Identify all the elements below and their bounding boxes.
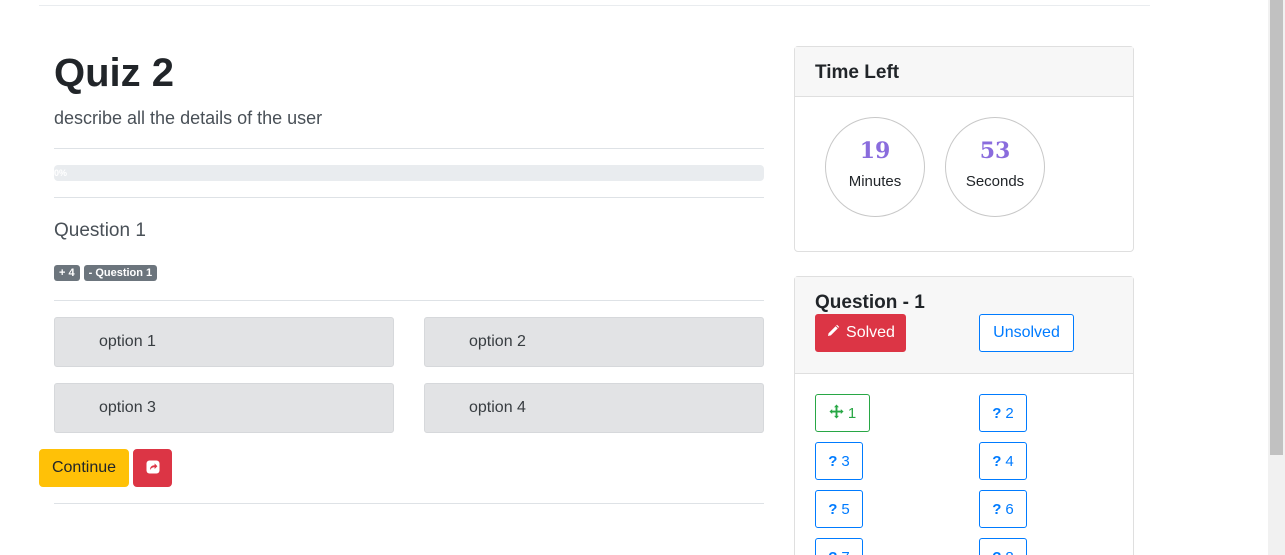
question-nav-7[interactable]: ? 7 xyxy=(815,538,863,555)
question-nav-number: 8 xyxy=(1005,549,1013,555)
move-icon xyxy=(829,403,844,423)
question-icon: ? xyxy=(992,452,1002,470)
question-heading: Question 1 xyxy=(54,220,146,241)
option-3[interactable]: option 3 xyxy=(54,383,394,433)
share-button[interactable] xyxy=(133,449,172,487)
question-nav-number: 2 xyxy=(1005,404,1014,422)
quiz-description: describe all the details of the user xyxy=(54,108,323,128)
question-icon: ? xyxy=(828,549,837,555)
question-nav-number: 4 xyxy=(1005,452,1014,470)
seconds-circle: 53 Seconds xyxy=(945,117,1045,217)
question-nav-number: 7 xyxy=(841,549,849,555)
question-icon: ? xyxy=(828,452,838,470)
progress-label: 0% xyxy=(54,168,68,178)
question-nav-number: 5 xyxy=(841,500,850,518)
minutes-value: 19 xyxy=(859,138,891,164)
question-icon: ? xyxy=(992,549,1001,555)
continue-button[interactable]: Continue xyxy=(39,449,129,487)
minutes-label: Minutes xyxy=(848,173,902,190)
timer-title: Time Left xyxy=(815,62,900,83)
question-nav-number: 1 xyxy=(847,404,857,422)
unsolved-button[interactable]: Unsolved xyxy=(979,314,1074,352)
question-icon: ? xyxy=(828,500,838,518)
solved-button[interactable]: Solved xyxy=(815,314,906,352)
question-navigator-card: Question - 1 Solved Unsolved 1 ? 2 ? 3 ? xyxy=(794,276,1134,555)
divider xyxy=(54,148,764,149)
divider xyxy=(54,197,764,198)
seconds-label: Seconds xyxy=(965,173,1025,190)
quiz-title: Quiz 2 xyxy=(54,51,175,95)
question-nav-number: 3 xyxy=(841,452,850,470)
scrollbar-thumb[interactable] xyxy=(1270,0,1283,455)
seconds-value: 53 xyxy=(979,138,1011,164)
question-nav-number: 6 xyxy=(1005,500,1014,518)
negative-marks-badge: - Question 1 xyxy=(83,265,158,281)
question-nav-6[interactable]: ? 6 xyxy=(979,490,1027,528)
question-nav-8[interactable]: ? 8 xyxy=(979,538,1027,555)
option-2[interactable]: option 2 xyxy=(424,317,764,367)
question-nav-2[interactable]: ? 2 xyxy=(979,394,1027,432)
timer-card: Time Left 19 Minutes 53 Seconds xyxy=(794,46,1134,252)
option-1[interactable]: option 1 xyxy=(54,317,394,367)
navigator-header: Question - 1 Solved Unsolved xyxy=(795,277,1133,374)
divider xyxy=(54,300,764,301)
question-nav-5[interactable]: ? 5 xyxy=(815,490,863,528)
minutes-circle: 19 Minutes xyxy=(825,117,925,217)
question-icon: ? xyxy=(992,500,1002,518)
divider xyxy=(54,503,764,504)
marks-badge: + 4 xyxy=(54,265,80,281)
navigator-title: Question - 1 xyxy=(815,292,925,313)
question-badges: + 4 - Question 1 xyxy=(54,265,158,281)
question-nav-4[interactable]: ? 4 xyxy=(979,442,1027,480)
quiz-progress: 0% xyxy=(54,165,764,181)
solved-label: Solved xyxy=(846,324,895,341)
share-icon xyxy=(146,460,160,477)
question-nav-1[interactable]: 1 xyxy=(815,394,870,432)
option-4[interactable]: option 4 xyxy=(424,383,764,433)
question-icon: ? xyxy=(992,404,1002,422)
question-nav-3[interactable]: ? 3 xyxy=(815,442,863,480)
timer-card-header: Time Left xyxy=(795,47,1133,97)
top-divider xyxy=(39,5,1150,6)
pencil-icon xyxy=(826,324,840,343)
